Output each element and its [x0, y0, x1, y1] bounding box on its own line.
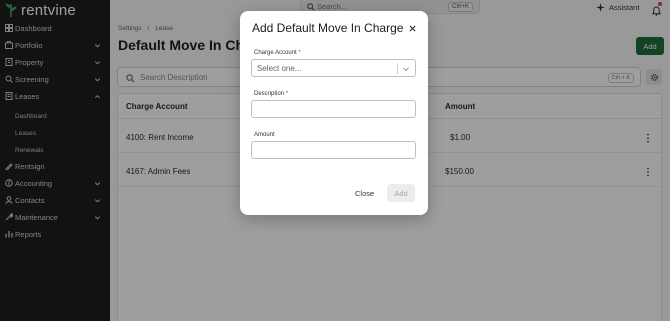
description-label: Description * [254, 91, 288, 97]
close-icon[interactable] [407, 23, 417, 33]
dialog-add-button[interactable]: Add [387, 184, 415, 202]
close-button[interactable]: Close [355, 189, 374, 198]
charge-account-select[interactable]: Select one... [251, 59, 416, 77]
charge-account-label-text: Charge Account [254, 50, 297, 56]
charge-account-label: Charge Account * [254, 50, 301, 56]
required-mark: * [298, 50, 301, 56]
amount-label: Amount [254, 132, 275, 138]
amount-field[interactable] [251, 141, 416, 159]
chevron-down-icon[interactable] [402, 65, 410, 73]
select-separator [397, 63, 398, 74]
charge-account-placeholder: Select one... [257, 64, 302, 73]
dialog-title: Add Default Move In Charge [252, 21, 404, 35]
description-label-text: Description [254, 91, 285, 97]
description-field[interactable] [251, 100, 416, 118]
required-mark: * [285, 91, 289, 97]
